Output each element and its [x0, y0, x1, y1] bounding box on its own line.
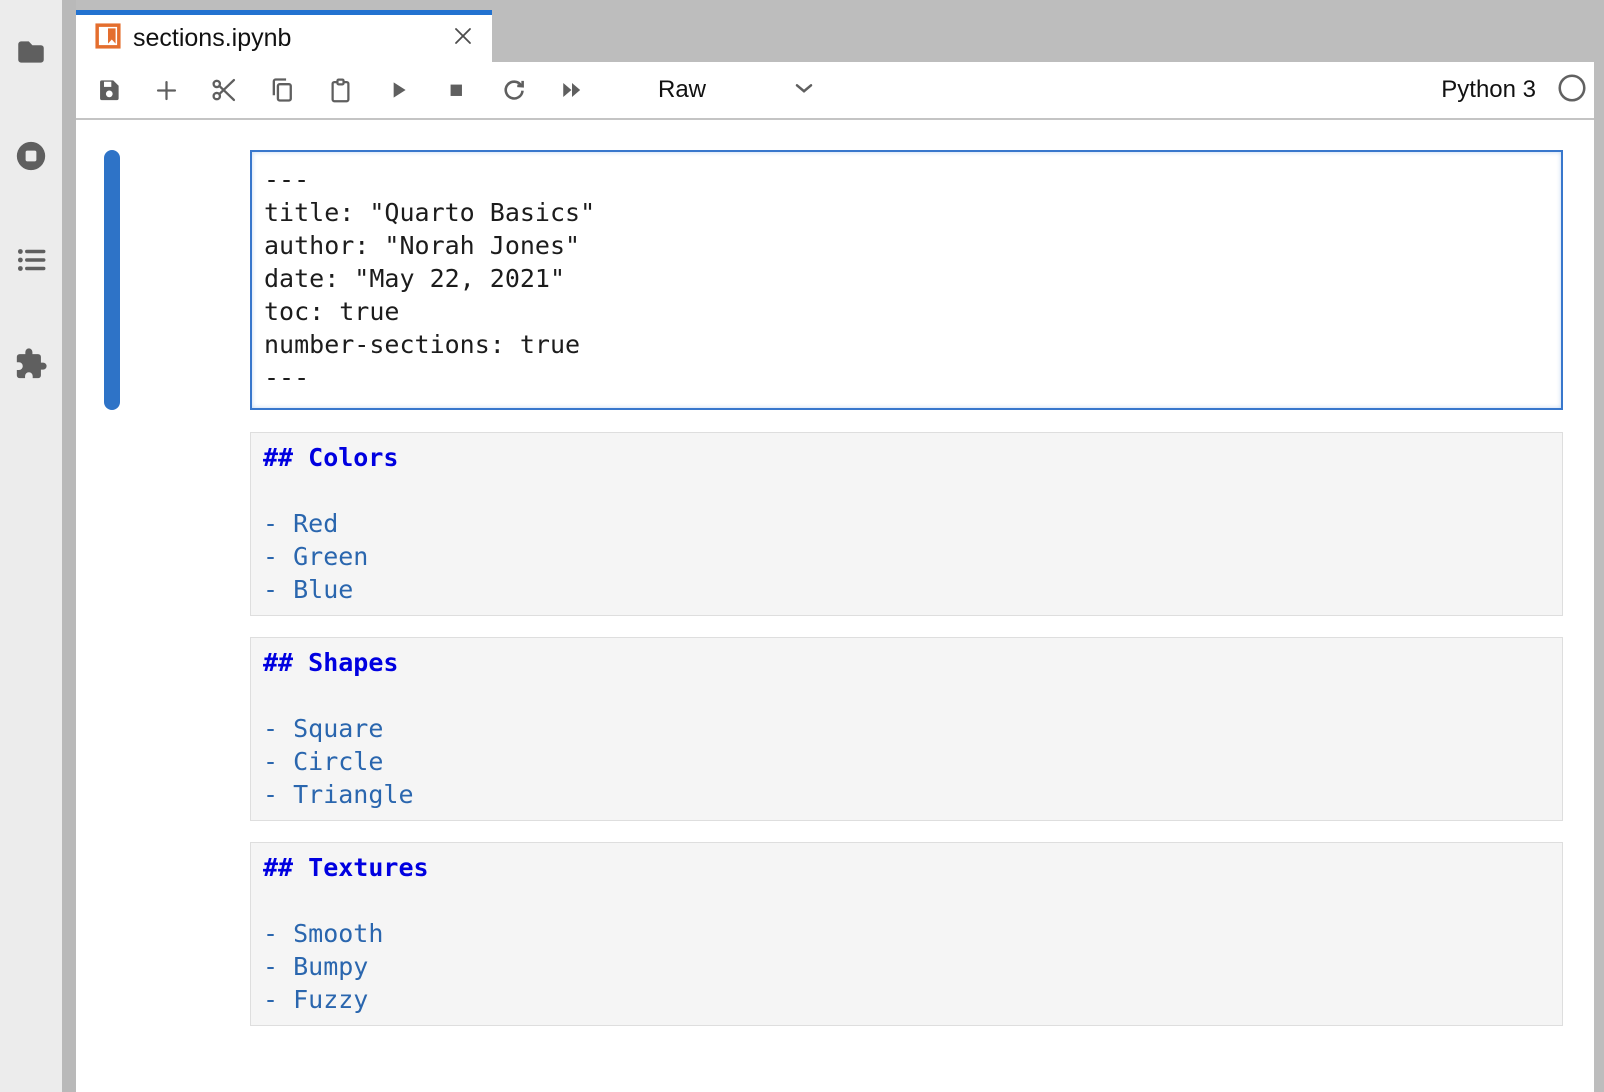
restart-kernel-button[interactable] [500, 76, 528, 104]
code-line: title: "Quarto Basics" [264, 196, 1549, 229]
code-line: number-sections: true [264, 328, 1549, 361]
code-line: date: "May 22, 2021" [264, 262, 1549, 295]
markdown-cell-textures[interactable]: ## Textures - Smooth - Bumpy - Fuzzy [250, 842, 1563, 1026]
markdown-cell-shapes[interactable]: ## Shapes - Square - Circle - Triangle [250, 637, 1563, 821]
sidebar-divider[interactable] [62, 0, 76, 1092]
markdown-list-item: - Green [263, 540, 1550, 573]
markdown-list-item: - Square [263, 712, 1550, 745]
save-icon [95, 77, 122, 104]
code-line: --- [264, 361, 1549, 394]
clipboard-icon [327, 77, 354, 104]
markdown-list-item: - Circle [263, 745, 1550, 778]
code-line: --- [264, 163, 1549, 196]
run-cell-button[interactable] [384, 76, 412, 104]
raw-cell-editor[interactable]: --- title: "Quarto Basics" author: "Nora… [250, 150, 1563, 410]
markdown-list-item: - Red [263, 507, 1550, 540]
markdown-list-item: - Fuzzy [263, 983, 1550, 1016]
kernel-name: Python 3 [1441, 76, 1536, 104]
stop-icon [443, 77, 469, 103]
sidebar-item-extensions[interactable] [14, 347, 48, 381]
play-icon [385, 77, 411, 103]
blank-line [263, 884, 1550, 917]
notebook-icon [95, 23, 121, 54]
sidebar-item-file-browser[interactable] [14, 35, 48, 69]
copy-icon [268, 76, 296, 104]
notebook-panel: --- title: "Quarto Basics" author: "Nora… [76, 120, 1594, 1092]
chevron-down-icon [791, 75, 817, 106]
kernel-status-icon [1556, 72, 1588, 109]
sidebar-item-table-of-contents[interactable] [14, 243, 48, 277]
right-edge-strip [1594, 62, 1604, 1092]
interrupt-kernel-button[interactable] [442, 76, 470, 104]
cell-type-dropdown[interactable]: Raw [658, 75, 817, 106]
active-cell-collapser[interactable] [104, 150, 120, 410]
markdown-heading: ## Colors [263, 441, 1550, 474]
markdown-heading: ## Shapes [263, 646, 1550, 679]
save-button[interactable] [94, 76, 122, 104]
scissors-icon [210, 76, 238, 104]
restart-run-all-button[interactable] [558, 76, 586, 104]
refresh-icon [500, 76, 528, 104]
tab-title: sections.ipynb [133, 24, 450, 53]
notebook-tab[interactable]: sections.ipynb [75, 10, 492, 62]
sidebar-item-running-kernels[interactable] [14, 139, 48, 173]
blank-line [263, 474, 1550, 507]
markdown-list-item: - Triangle [263, 778, 1550, 811]
markdown-cell-colors[interactable]: ## Colors - Red - Green - Blue [250, 432, 1563, 616]
code-line: toc: true [264, 295, 1549, 328]
list-icon [14, 243, 48, 277]
activity-bar [0, 0, 62, 1092]
fast-forward-icon [558, 76, 586, 104]
markdown-list-item: - Bumpy [263, 950, 1550, 983]
close-icon [451, 24, 475, 53]
insert-cell-button[interactable] [152, 76, 180, 104]
code-line: author: "Norah Jones" [264, 229, 1549, 262]
kernel-indicator[interactable]: Python 3 [1441, 72, 1588, 109]
plus-icon [153, 77, 180, 104]
markdown-list-item: - Blue [263, 573, 1550, 606]
markdown-heading: ## Textures [263, 851, 1550, 884]
blank-line [263, 679, 1550, 712]
paste-cells-button[interactable] [326, 76, 354, 104]
dock-tab-bar: sections.ipynb [62, 0, 1604, 62]
cell-type-value: Raw [658, 76, 706, 104]
folder-icon [14, 35, 48, 69]
cut-cells-button[interactable] [210, 76, 238, 104]
copy-cells-button[interactable] [268, 76, 296, 104]
stop-circle-icon [14, 139, 48, 173]
close-tab-button[interactable] [450, 26, 476, 52]
puzzle-icon [14, 347, 48, 381]
markdown-list-item: - Smooth [263, 917, 1550, 950]
notebook-toolbar: Raw Python 3 [76, 62, 1604, 120]
